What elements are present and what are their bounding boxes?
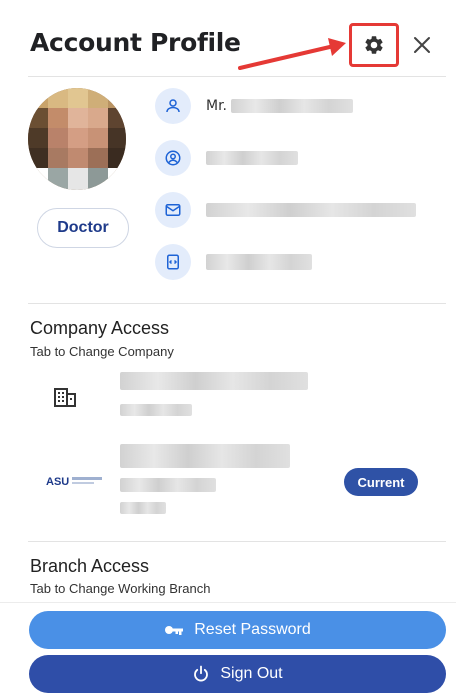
close-icon	[414, 37, 430, 53]
settings-button[interactable]	[349, 23, 399, 67]
branch-access-title: Branch Access	[30, 556, 150, 576]
svg-text:ASU: ASU	[46, 476, 69, 488]
profile-row-username	[155, 140, 298, 176]
gear-icon	[365, 36, 383, 54]
mail-icon	[155, 192, 191, 228]
header-divider	[28, 76, 446, 77]
company-item[interactable]	[30, 370, 440, 420]
redacted-company-detail	[120, 502, 166, 514]
company-access-subtitle: Tab to Change Company	[30, 344, 174, 359]
sign-out-button[interactable]: Sign Out	[29, 655, 446, 693]
key-icon	[165, 626, 184, 635]
close-button[interactable]	[408, 31, 436, 59]
redacted-company-detail	[120, 404, 192, 416]
redacted-email	[206, 203, 416, 217]
reset-password-label: Reset Password	[194, 621, 311, 638]
branch-access-subtitle: Tab to Change Working Branch	[30, 581, 211, 596]
annotation-arrow-icon	[238, 38, 346, 70]
redacted-company-name	[120, 372, 308, 390]
redacted-name	[231, 99, 353, 113]
power-icon	[194, 665, 209, 682]
header: Account Profile	[0, 0, 456, 76]
company-access-title: Company Access	[30, 318, 170, 338]
section-divider	[28, 303, 446, 304]
section-divider	[28, 541, 446, 542]
current-badge: Current	[344, 468, 418, 496]
name-prefix: Mr.	[206, 98, 227, 114]
reset-password-button[interactable]: Reset Password	[29, 611, 446, 649]
building-icon	[54, 388, 76, 407]
profile-row-name: Mr.	[155, 88, 353, 124]
page-title: Account Profile	[30, 28, 241, 57]
badge-icon	[155, 244, 191, 280]
sign-out-label: Sign Out	[220, 665, 283, 682]
account-circle-icon	[155, 140, 191, 176]
redacted-id	[206, 254, 312, 270]
avatar	[28, 88, 126, 190]
company-logo: ASU	[46, 476, 102, 488]
redacted-company-detail	[120, 478, 216, 492]
role-chip[interactable]: Doctor	[37, 208, 129, 248]
profile-row-email	[155, 192, 416, 228]
redacted-username	[206, 151, 298, 165]
user-icon	[155, 88, 191, 124]
profile-row-id	[155, 244, 312, 280]
redacted-company-name	[120, 444, 290, 468]
